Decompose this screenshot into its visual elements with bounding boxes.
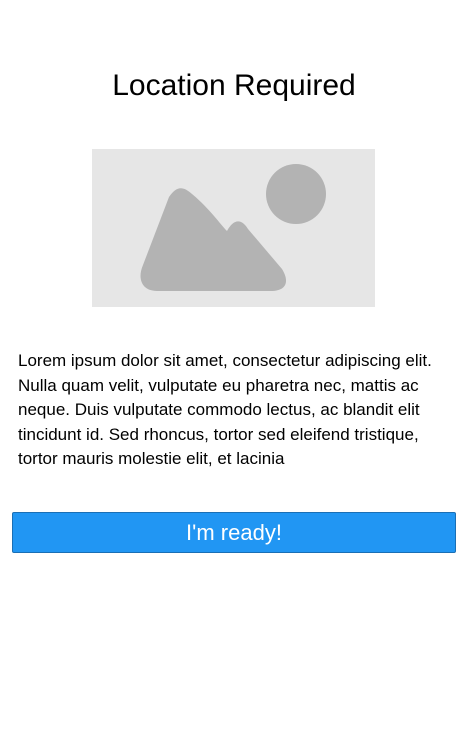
ready-button[interactable]: I'm ready! — [12, 512, 456, 553]
page-title: Location Required — [112, 69, 356, 102]
image-placeholder-icon — [92, 149, 375, 307]
location-required-screen: Location Required Lorem ipsum dolor sit … — [0, 0, 472, 745]
description-text: Lorem ipsum dolor sit amet, consectetur … — [18, 351, 432, 468]
